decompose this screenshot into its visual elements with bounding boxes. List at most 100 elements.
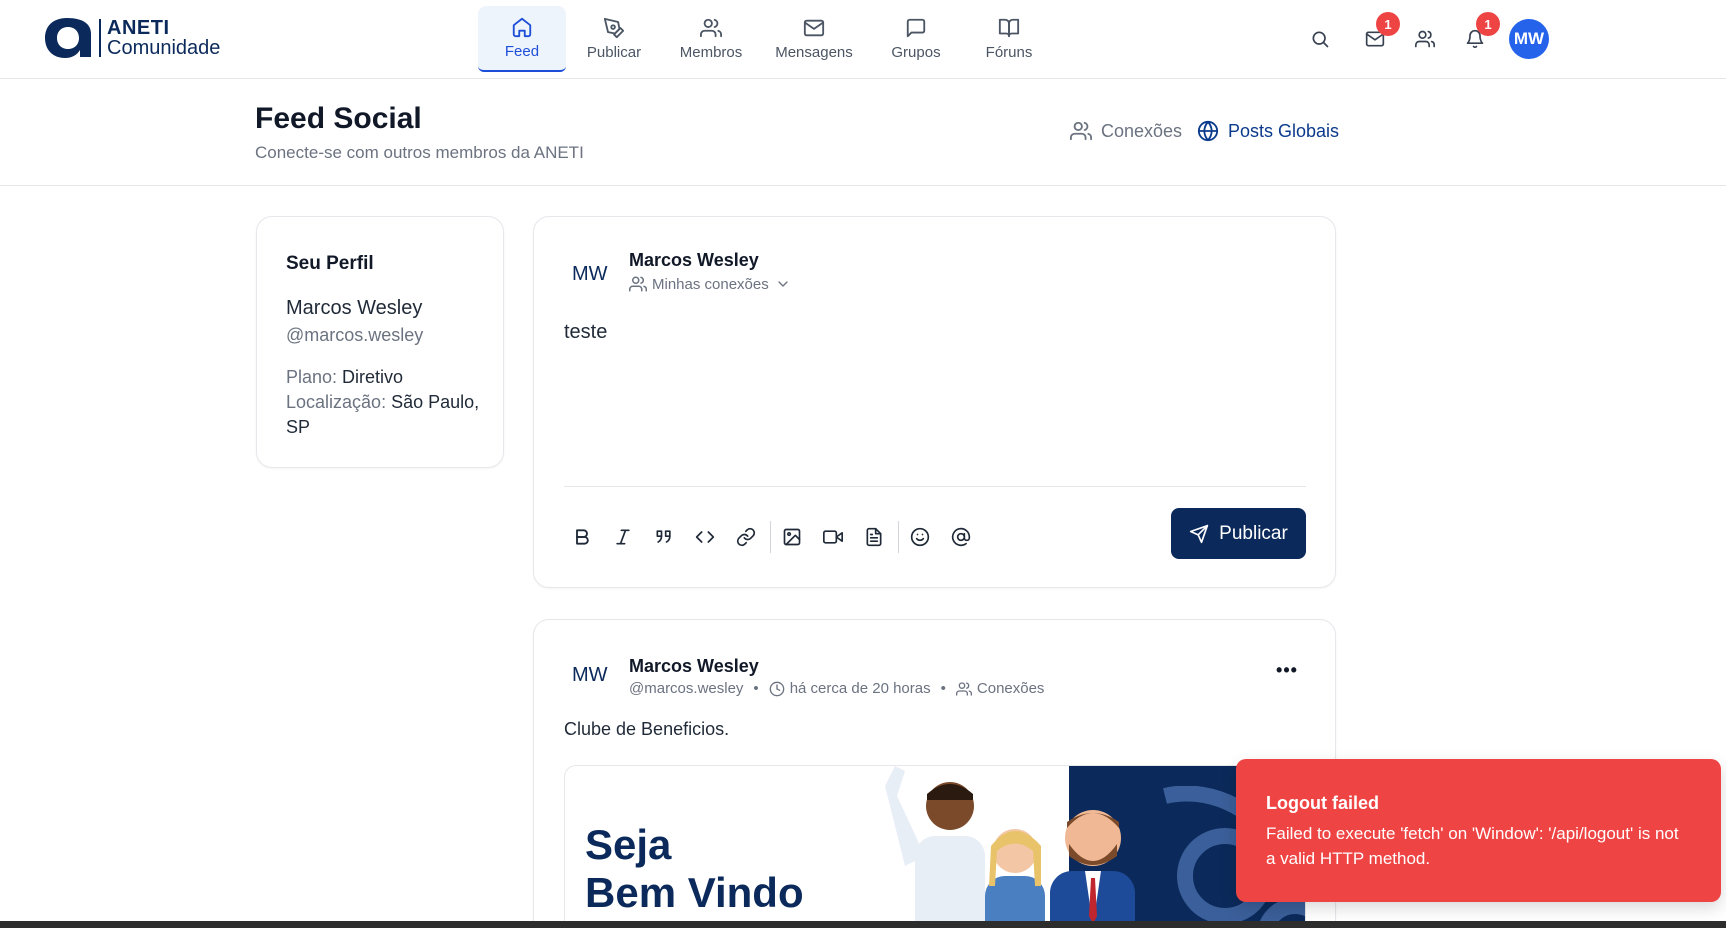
- banner-line1: Seja: [585, 821, 672, 868]
- clock-icon: [769, 681, 785, 696]
- window-bottom-edge: [0, 921, 1726, 928]
- main-tabs: Feed Publicar Membros Mensagens Grupos F…: [478, 6, 1054, 72]
- users-icon: [1415, 30, 1435, 48]
- bold-button[interactable]: [564, 519, 600, 555]
- link-button[interactable]: [728, 519, 764, 555]
- connections-filter-label: Conexões: [1101, 120, 1183, 141]
- tab-membros[interactable]: Membros: [662, 6, 760, 72]
- tab-mensagens-label: Mensagens: [775, 44, 853, 61]
- post-image[interactable]: Seja Bem Vindo: [564, 765, 1306, 928]
- search-button[interactable]: [1305, 24, 1335, 54]
- bold-icon: [576, 529, 589, 545]
- post-author[interactable]: Marcos Wesley: [629, 656, 759, 677]
- global-posts-link[interactable]: Posts Globais: [1197, 120, 1339, 142]
- home-icon: [512, 17, 532, 38]
- page-subtitle: Conecte-se com outros membros da ANETI: [255, 143, 584, 162]
- at-sign-icon: [951, 527, 971, 547]
- audience-selector[interactable]: Minhas conexões: [629, 275, 791, 293]
- connections-filter-link[interactable]: Conexões: [1070, 120, 1182, 142]
- audience-label: Minhas conexões: [652, 275, 769, 293]
- messages-badge: 1: [1376, 12, 1400, 36]
- global-posts-label: Posts Globais: [1228, 120, 1340, 141]
- user-avatar[interactable]: MW: [1509, 19, 1549, 59]
- italic-button[interactable]: [605, 519, 641, 555]
- chat-icon: [906, 18, 926, 38]
- tab-publicar-label: Publicar: [586, 44, 642, 61]
- tab-grupos[interactable]: Grupos: [868, 6, 964, 72]
- video-button[interactable]: [815, 519, 851, 555]
- pen-nib-icon: [603, 17, 625, 39]
- brand-line1: ANETI: [107, 17, 170, 39]
- brand-name: ANETI Comunidade: [107, 18, 220, 58]
- post-composer: MW Marcos Wesley Minhas conexões teste P…: [533, 216, 1336, 588]
- video-icon: [823, 530, 843, 544]
- meta-separator: •: [940, 680, 946, 697]
- feed-post: MW Marcos Wesley @marcos.wesley • há cer…: [533, 619, 1336, 928]
- users-icon: [700, 18, 722, 38]
- banner-headline: Seja Bem Vindo: [585, 821, 804, 917]
- top-navigation: ANETI Comunidade Feed Publicar Membros M…: [0, 0, 1726, 79]
- logo-divider: [99, 19, 101, 57]
- tab-membros-label: Membros: [679, 44, 743, 61]
- tab-publicar[interactable]: Publicar: [566, 6, 662, 72]
- profile-plan-value: Diretivo: [342, 367, 404, 387]
- connections-button[interactable]: [1410, 24, 1440, 54]
- mail-icon: [803, 19, 825, 37]
- search-icon: [1312, 31, 1329, 48]
- aneti-logo-icon: [45, 18, 91, 58]
- tab-grupos-label: Grupos: [891, 44, 941, 61]
- profile-plan-label: Plano:: [286, 367, 343, 387]
- profile-card-title: Seu Perfil: [286, 253, 374, 274]
- tab-mensagens[interactable]: Mensagens: [760, 6, 868, 72]
- smile-icon: [910, 527, 930, 547]
- post-visibility: Conexões: [976, 680, 1045, 697]
- image-button[interactable]: [774, 519, 810, 555]
- notifications-badge: 1: [1476, 12, 1500, 36]
- profile-handle: @marcos.wesley: [286, 325, 424, 345]
- profile-card: Seu Perfil Marcos Wesley @marcos.wesley …: [256, 216, 504, 468]
- globe-icon: [1197, 120, 1219, 142]
- composer-divider: [564, 486, 1306, 487]
- post-options-button[interactable]: •••: [1272, 658, 1302, 682]
- profile-info: Plano: Diretivo Localização: São Paulo, …: [286, 365, 486, 440]
- composer-textarea[interactable]: teste: [564, 321, 607, 344]
- profile-location-label: Localização:: [286, 392, 392, 412]
- tab-foruns[interactable]: Fóruns: [964, 6, 1054, 72]
- users-icon: [955, 681, 972, 696]
- post-body: Clube de Beneficios.: [564, 719, 730, 739]
- toolbar-separator: [898, 521, 899, 553]
- code-icon: [695, 531, 715, 543]
- users-icon: [629, 276, 647, 292]
- link-icon: [736, 527, 756, 547]
- publish-button-label: Publicar: [1219, 522, 1288, 544]
- users-icon: [1070, 121, 1092, 141]
- chevron-down-icon: [778, 281, 788, 287]
- document-button[interactable]: [856, 519, 892, 555]
- composer-avatar: MW: [572, 263, 608, 285]
- page-title: Feed Social: [255, 102, 422, 135]
- page-header: Feed Social Conecte-se com outros membro…: [0, 80, 1726, 186]
- book-open-icon: [998, 18, 1020, 38]
- file-text-icon: [866, 527, 882, 547]
- send-icon: [1190, 524, 1209, 543]
- banner-people-illustration: [885, 766, 1135, 928]
- error-toast[interactable]: Logout failed Failed to execute 'fetch' …: [1236, 759, 1721, 902]
- emoji-button[interactable]: [902, 519, 938, 555]
- quote-icon: [656, 530, 671, 543]
- toolbar-separator: [770, 521, 771, 553]
- mention-button[interactable]: [943, 519, 979, 555]
- banner-line2: Bem Vindo: [585, 869, 804, 916]
- post-meta: @marcos.wesley • há cerca de 20 horas • …: [629, 680, 1044, 697]
- quote-button[interactable]: [646, 519, 682, 555]
- tab-feed[interactable]: Feed: [478, 6, 566, 72]
- more-horizontal-icon: •••: [1276, 659, 1298, 680]
- tab-feed-label: Feed: [504, 43, 540, 60]
- code-button[interactable]: [687, 519, 723, 555]
- italic-icon: [616, 529, 630, 545]
- meta-separator: •: [753, 680, 759, 697]
- profile-plan: Plano: Diretivo: [286, 365, 486, 390]
- brand-line2: Comunidade: [107, 37, 221, 59]
- brand-logo[interactable]: ANETI Comunidade: [41, 16, 220, 60]
- publish-button[interactable]: Publicar: [1171, 508, 1306, 559]
- post-time: há cerca de 20 horas: [789, 680, 931, 697]
